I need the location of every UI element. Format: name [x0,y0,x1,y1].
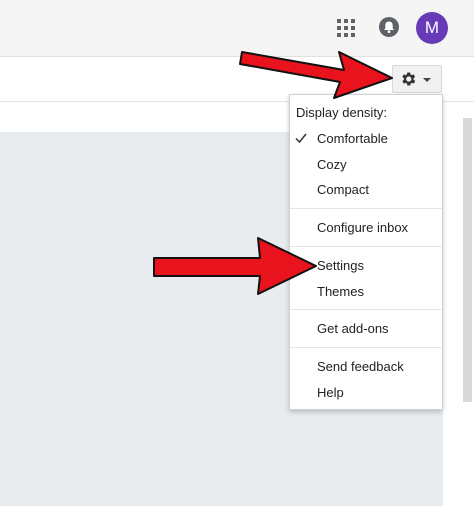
menu-item-label: Cozy [317,157,347,172]
menu-item-label: Configure inbox [317,220,409,235]
menu-item-label: Themes [317,284,364,299]
scrollbar-thumb[interactable] [463,118,472,402]
annotation-arrow-to-gear [239,51,393,99]
gear-icon [402,72,416,86]
annotation-arrow-to-settings [153,237,317,295]
account-avatar[interactable]: M [416,12,448,44]
menu-divider [290,208,442,209]
menu-item-comfortable[interactable]: Comfortable [290,127,442,151]
menu-item-label: Comfortable [317,131,388,146]
menu-item-get-addons[interactable]: Get add-ons [290,317,442,341]
notifications-bell-icon[interactable] [379,17,399,37]
apps-grid-icon[interactable] [337,19,355,37]
caret-down-icon [423,78,431,82]
menu-item-help[interactable]: Help [290,381,442,405]
menu-item-label: Send feedback [317,359,404,374]
menu-item-send-feedback[interactable]: Send feedback [290,355,442,379]
menu-item-cozy[interactable]: Cozy [290,153,442,177]
menu-divider [290,309,442,310]
checkmark-icon [295,133,307,144]
settings-gear-button[interactable] [392,65,442,93]
menu-divider [290,347,442,348]
menu-item-compact[interactable]: Compact [290,178,442,202]
menu-item-label: Compact [317,182,370,197]
menu-item-label: Get add-ons [317,321,389,336]
menu-item-label: Help [317,385,344,400]
menu-item-label: Settings [317,258,364,273]
